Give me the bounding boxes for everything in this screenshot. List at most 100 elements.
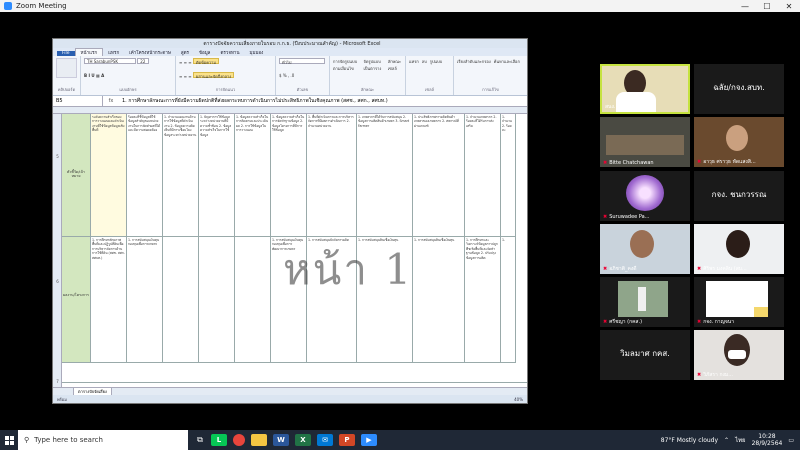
participant-tile[interactable]: ✖ อาวุธ ศราวุธ หัดแสงสิ... [694,117,784,167]
sheet-cell[interactable]: 1. ประสิทธิภาพการผลิตสินค้าเกษตรของเกษตร… [413,114,465,237]
participant-tile[interactable]: ✖ วิภัสรา กงม... [694,330,784,380]
row-number-7[interactable]: 7 [53,379,62,384]
name-box[interactable]: B5 [53,96,103,106]
label-cell-indicator[interactable]: ตัวชี้วัด/เป้าหมาย [62,114,91,237]
sheet-cell[interactable]: 1. จำนวน 2. ร้อยละ [501,114,516,237]
chrome-icon[interactable] [233,434,245,446]
number-group: ทั่วไป $ % , .0 ตัวเลข [276,56,330,95]
muted-mic-icon: ✖ [697,319,702,325]
notification-icon[interactable]: ▭ [788,437,794,444]
tab-data[interactable]: ข้อมูล [194,49,216,56]
row-number-5[interactable]: 5 [53,154,62,159]
format-table-button[interactable]: จัดรูปแบบเป็นตาราง [363,58,385,72]
weather-widget[interactable]: 87°F Mostly cloudy [661,437,718,444]
sort-filter-button[interactable]: เรียงลำดับและกรอง [457,58,491,65]
ribbon: คลิปบอร์ด TH SarabunPSK 22 B I U ▦ A แบบ… [53,56,527,96]
cell-styles-button[interactable]: ลักษณะเซลล์ [388,58,402,72]
task-view-icon[interactable]: ⧉ [192,435,208,445]
sheet-cell[interactable] [163,237,199,363]
sheet-cell[interactable]: 1. พื้นที่ดำเนินการและการบริหารจัดการที่… [307,114,357,237]
muted-mic-icon: ✖ [603,266,608,272]
participant-tile[interactable]: ฉลัย/กจง.สบท. [694,64,784,114]
zoom-app-icon[interactable]: ▶ [361,434,377,446]
participant-tile[interactable]: วิมลมาศ กคส. [600,330,690,380]
clock[interactable]: 10:28 28/9/2564 [752,433,783,447]
conditional-format-button[interactable]: การจัดรูปแบบตามเงื่อนไข [333,58,361,72]
formula-input[interactable]: 1. การศึกษาลักษณะการที่ยังมีความผิดปกติท… [119,97,527,105]
editing-group: เรียงลำดับและกรอง ค้นหาและเลือก การแก้ไข [454,56,527,95]
delete-cells-button[interactable]: ลบ [422,58,427,65]
zoom-level[interactable]: 40% [514,397,523,402]
sheet-cell[interactable]: 1. ข้อมูลความสำเร็จในการติดตามและประเมิน… [235,114,271,237]
insert-cells-button[interactable]: แทรก [409,58,419,65]
font-name-select[interactable]: TH SarabunPSK [84,58,136,64]
participant-tile[interactable]: สนง. กขม. @วันเพ็ญ [600,64,690,114]
shared-screen-excel: ตารางปัจจัยความเสี่ยงภายในรอบ ก.ก.ธ. (ปี… [52,38,528,404]
search-placeholder: Type here to search [34,436,103,444]
participant-name: ✖ กจง. กาญจนา [697,319,735,325]
clipboard-group-label: คลิปบอร์ด [57,87,76,92]
mail-icon[interactable]: ✉ [317,434,333,446]
sheet-cell[interactable]: 1. การสนับสนุนเงินทุนกองทุนเพื่อการเกษตร [127,237,163,363]
maximize-button[interactable]: ☐ [756,2,778,11]
sheet-cell[interactable] [235,237,271,363]
label-cell-projects[interactable]: ผลงาน/โครงการ [62,237,91,363]
sheet-cell[interactable]: 1. จำนวนเกษตรกร 2. ร้อยละที่ได้รับการส่ง… [465,114,501,237]
sheet-cell[interactable]: 1. จำนวนแผนงานด้านการใช้ข้อมูลที่ดำเนินง… [163,114,199,237]
tab-home[interactable]: หน้าแรก [74,48,104,56]
sheet-cell[interactable]: 1. การศึกษาศักยภาพพื้นที่และปฏิรูปที่ดิน… [91,237,127,363]
page-watermark: หน้า 1 [283,245,414,294]
merge-center-button[interactable]: ผสานและจัดกึ่งกลาง [192,72,235,79]
participant-name: ✖ อาวุธ ศราวุธ หัดแสงสิ... [697,159,756,165]
close-button[interactable]: ✕ [778,2,800,11]
powerpoint-icon[interactable]: P [339,434,355,446]
find-select-button[interactable]: ค้นหาและเลือก [494,58,520,65]
sheet-cell[interactable]: 1. การสนับสนุนสินเชื่อเงินทุน [413,237,465,363]
participant-tile[interactable]: ✖ ศรีชญา (กคส.) [600,277,690,327]
profile-picture [626,175,664,211]
excel-window-title: ตารางปัจจัยความเสี่ยงภายในรอบ ก.ก.ธ. (ปี… [203,40,381,47]
font-size-select[interactable]: 22 [137,58,150,64]
sheet-cell[interactable]: ร้อยละที่ชี้ข้อมูลที่ใช้ข้อมูลสำคัญของหน… [127,114,163,237]
tab-page-layout[interactable]: เค้าโครงหน้ากระดาษ [124,49,176,56]
number-format-select[interactable]: ทั่วไป [279,58,325,65]
participant-tile[interactable]: ✖ กจง. กาญจนา [694,277,784,327]
participant-tile[interactable]: ✖ Suruwadee Pa... [600,171,690,221]
muted-mic-icon: ✖ [603,319,608,325]
alignment-group: ≡ ≡ ≡ ตัดข้อความ ≡ ≡ ≡ ผสานและจัดกึ่งกลา… [176,56,276,95]
muted-mic-icon: ✖ [697,266,702,272]
excel-icon[interactable]: X [295,434,311,446]
tab-insert[interactable]: แทรก [103,49,124,56]
sheet-cell[interactable] [199,237,235,363]
tab-view[interactable]: มุมมอง [245,49,269,56]
tab-review[interactable]: ตรวจทาน [215,49,244,56]
sheet-cell[interactable]: ระดับความสำเร็จของการวางแผนและดำเนินงานท… [91,114,127,237]
paste-button[interactable] [56,58,77,78]
line-app-icon[interactable]: L [211,434,227,446]
wrap-text-button[interactable]: ตัดข้อความ [192,58,220,65]
tab-formulas[interactable]: สูตร [176,49,194,56]
participant-tile[interactable]: ✖ ศิริพร มงคลิน (สบ... [694,224,784,274]
participant-tile[interactable]: ✖ อภิชาติ_คงดี [600,224,690,274]
tray-chevron-icon[interactable]: ⌃ [724,437,729,444]
sheet-cell[interactable]: 1. ปัญหาการใช้ข้อมูลระหว่างหน่วยงานที่มี… [199,114,235,237]
file-explorer-icon[interactable] [251,434,267,446]
participant-tile[interactable]: กจง. ชนกวรรณ [694,171,784,221]
row-number-6[interactable]: 6 [53,279,62,284]
sheet-cell[interactable]: 1. เกษตรกรที่ได้รับการสนับสนุน 2. ข้อมูล… [357,114,413,237]
participant-tile[interactable]: ✖ Bitte Chatchawan [600,117,690,167]
spreadsheet-grid[interactable]: 5 6 7 ตัวชี้วัด/เป้าหมาย ระดับความสำเร็จ… [53,107,527,389]
sheet-cell[interactable]: 1. การศึกษาและวิเคราะห์ข้อมูลการปลูกพืชเ… [465,237,501,363]
word-icon[interactable]: W [273,434,289,446]
cells-group: แทรก ลบ รูปแบบ เซลล์ [406,56,454,95]
minimize-button[interactable]: — [734,2,756,11]
format-buttons[interactable]: B I U ▦ A [84,73,172,78]
sheet-cell[interactable]: 1. [501,237,516,363]
sheet-cell[interactable]: 1. ข้อมูลความสำเร็จในการจัดทำฐานข้อมูล 2… [271,114,307,237]
fx-icon[interactable]: fx [103,98,119,104]
format-cells-button[interactable]: รูปแบบ [430,58,442,65]
taskbar-search-box[interactable]: ⚲ Type here to search [18,430,188,450]
windows-start-button[interactable] [0,430,18,450]
language-indicator[interactable]: ไทย [735,435,746,445]
row-7-cells[interactable] [62,363,527,383]
